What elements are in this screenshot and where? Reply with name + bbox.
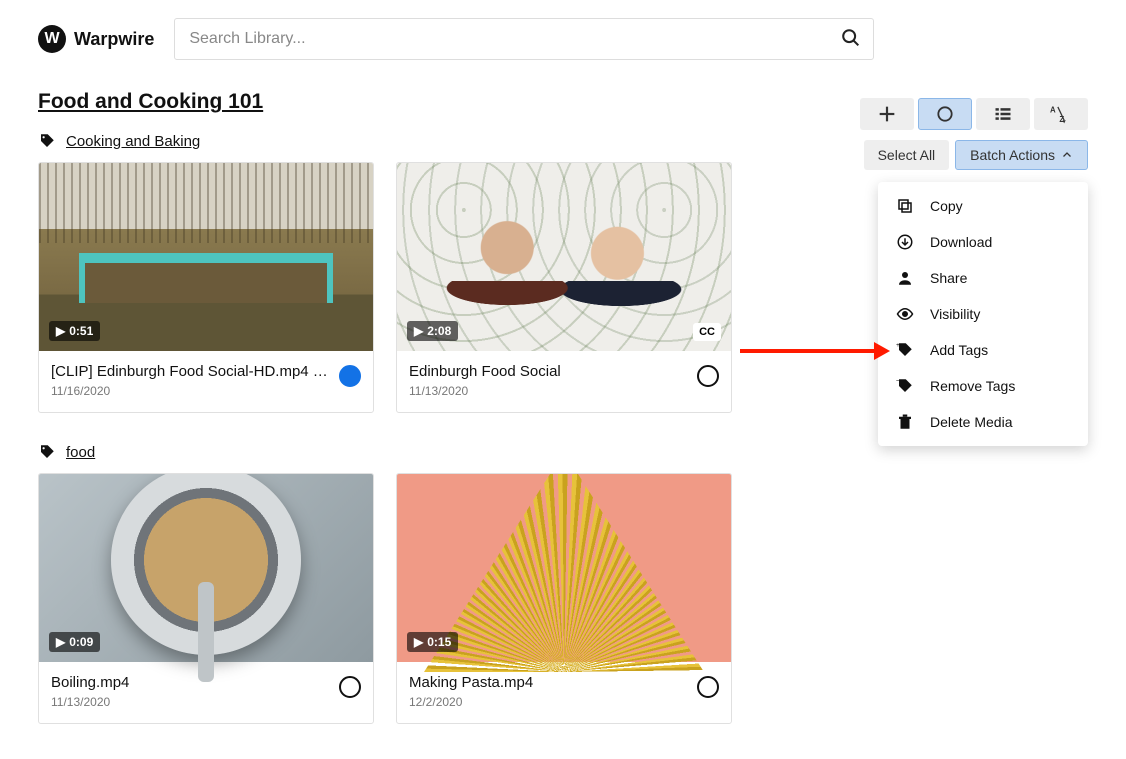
duration-badge: ▶0:51 — [49, 321, 100, 341]
duration-badge: ▶0:15 — [407, 632, 458, 652]
person-icon — [896, 269, 914, 287]
tag-link-cooking-and-baking[interactable]: Cooking and Baking — [66, 133, 200, 150]
media-card[interactable]: ▶0:15 Making Pasta.mp4 12/2/2020 — [396, 473, 732, 724]
logo-mark-icon: W — [38, 25, 66, 53]
view-toolbar: AZ — [860, 98, 1088, 130]
card-row: ▶0:09 Boiling.mp4 11/13/2020 ▶0:15 Makin… — [38, 473, 1088, 724]
media-date: 12/2/2020 — [409, 695, 689, 709]
eye-icon — [896, 305, 914, 323]
duration-badge: ▶2:08 — [407, 321, 458, 341]
search-icon[interactable] — [840, 27, 862, 54]
menu-item-delete[interactable]: Delete Media — [878, 404, 1088, 440]
batch-actions-menu: Copy Download Share Visibility + Add Tag… — [878, 182, 1088, 446]
search-input[interactable] — [174, 18, 874, 60]
play-icon: ▶ — [56, 324, 65, 338]
menu-item-download[interactable]: Download — [878, 224, 1088, 260]
media-date: 11/16/2020 — [51, 384, 331, 398]
media-date: 11/13/2020 — [409, 384, 689, 398]
svg-text:A: A — [1050, 105, 1056, 114]
page-title[interactable]: Food and Cooking 101 — [38, 90, 263, 114]
list-icon — [993, 104, 1013, 124]
trash-icon — [896, 413, 914, 431]
media-card[interactable]: ▶0:09 Boiling.mp4 11/13/2020 — [38, 473, 374, 724]
select-mode-button[interactable] — [918, 98, 972, 130]
action-row: Select All Batch Actions — [864, 140, 1088, 170]
controls: AZ Select All Batch Actions — [860, 98, 1088, 170]
media-card[interactable]: ▶2:08 CC Edinburgh Food Social 11/13/202… — [396, 162, 732, 413]
logo-text: Warpwire — [74, 29, 154, 50]
remove-tag-icon: − — [896, 377, 914, 395]
copy-icon — [896, 197, 914, 215]
play-icon: ▶ — [414, 324, 423, 338]
list-view-button[interactable] — [976, 98, 1030, 130]
tag-icon — [38, 132, 56, 150]
menu-item-remove-tags[interactable]: − Remove Tags — [878, 368, 1088, 404]
duration-badge: ▶0:09 — [49, 632, 100, 652]
menu-item-add-tags[interactable]: + Add Tags — [878, 332, 1088, 368]
media-title: Edinburgh Food Social — [409, 363, 689, 380]
add-tag-icon: + — [896, 341, 914, 359]
select-toggle[interactable] — [697, 676, 719, 698]
media-date: 11/13/2020 — [51, 695, 331, 709]
media-thumbnail[interactable]: ▶2:08 CC — [397, 163, 731, 351]
add-button[interactable] — [860, 98, 914, 130]
menu-item-copy[interactable]: Copy — [878, 188, 1088, 224]
sort-az-icon: AZ — [1050, 104, 1072, 124]
plus-icon — [876, 103, 898, 125]
play-icon: ▶ — [414, 635, 423, 649]
search-container — [174, 18, 874, 60]
media-title: Boiling.mp4 — [51, 674, 331, 691]
cc-badge: CC — [693, 323, 721, 341]
select-toggle[interactable] — [339, 676, 361, 698]
select-toggle[interactable] — [339, 365, 361, 387]
media-thumbnail[interactable]: ▶0:15 — [397, 474, 731, 662]
batch-actions-button[interactable]: Batch Actions — [955, 140, 1088, 170]
media-card[interactable]: ▶0:51 [CLIP] Edinburgh Food Social-HD.mp… — [38, 162, 374, 413]
tag-icon — [38, 443, 56, 461]
menu-item-visibility[interactable]: Visibility — [878, 296, 1088, 332]
logo[interactable]: W Warpwire — [38, 25, 154, 53]
chevron-up-icon — [1061, 149, 1073, 161]
media-thumbnail[interactable]: ▶0:09 — [39, 474, 373, 662]
play-icon: ▶ — [56, 635, 65, 649]
media-title: [CLIP] Edinburgh Food Social-HD.mp4 (72… — [51, 363, 331, 380]
media-title: Making Pasta.mp4 — [409, 674, 689, 691]
select-toggle[interactable] — [697, 365, 719, 387]
select-all-button[interactable]: Select All — [864, 140, 950, 170]
svg-text:−: − — [896, 378, 900, 385]
menu-item-share[interactable]: Share — [878, 260, 1088, 296]
download-icon — [896, 233, 914, 251]
svg-text:+: + — [896, 342, 900, 349]
header: W Warpwire — [0, 0, 1126, 60]
tag-link-food[interactable]: food — [66, 444, 95, 461]
media-thumbnail[interactable]: ▶0:51 — [39, 163, 373, 351]
sort-az-button[interactable]: AZ — [1034, 98, 1088, 130]
circle-icon — [935, 104, 955, 124]
